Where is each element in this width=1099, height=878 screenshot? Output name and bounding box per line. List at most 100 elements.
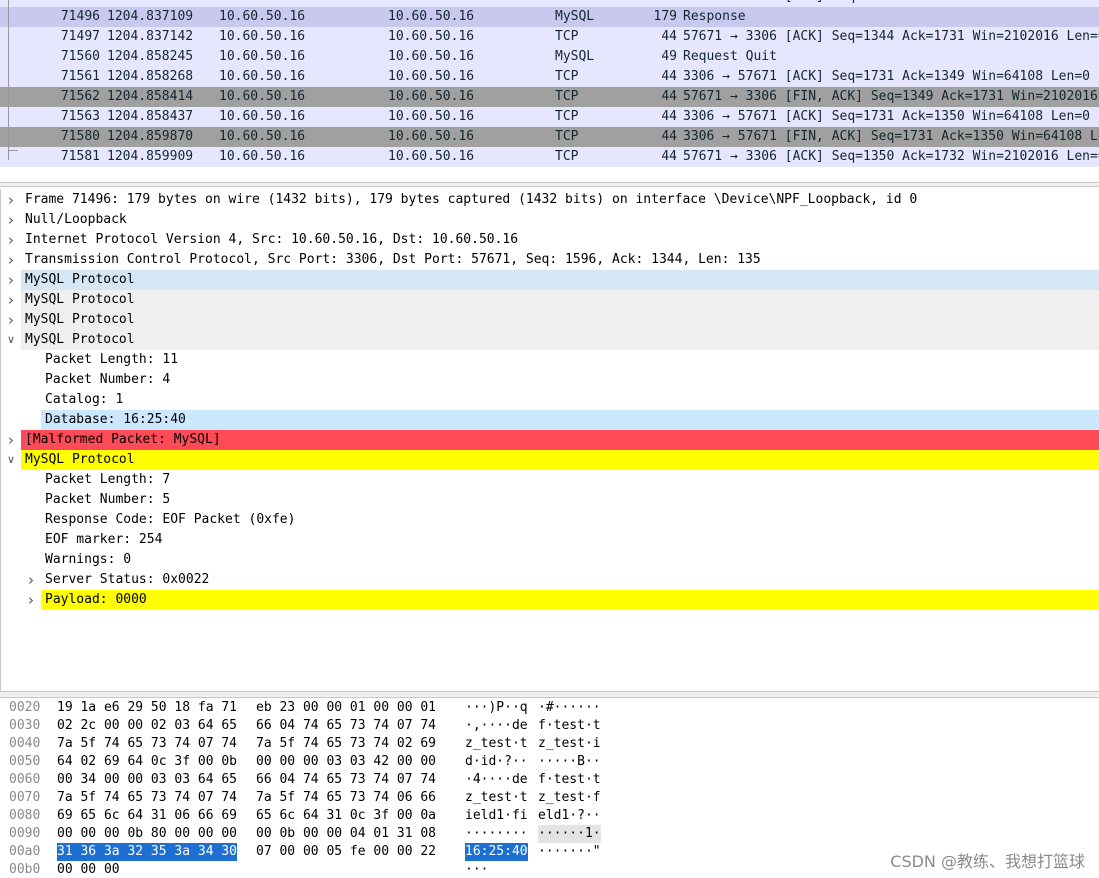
hex-bytes-left[interactable]: 7a 5f 74 65 73 74 07 74 [57, 789, 237, 807]
ascii-left[interactable]: ········ [465, 825, 528, 843]
packet-row[interactable]: 71497 1204.837142 10.60.50.16 10.60.50.16 TC… [0, 27, 1099, 47]
detail-tree-item[interactable]: Packet Length: 7 [1, 470, 1099, 490]
ascii-right[interactable]: z_test·i [538, 735, 601, 753]
ascii-left[interactable]: ·4····de [465, 771, 528, 789]
detail-tree-item[interactable]: Packet Number: 4 [1, 370, 1099, 390]
hex-bytes-right[interactable]: 07 00 00 05 fe 00 00 22 [256, 843, 436, 861]
detail-tree-item[interactable]: › MySQL Protocol [1, 270, 1099, 290]
hex-row[interactable]: 0060 00 34 00 00 03 03 64 65 66 04 74 65 7… [0, 771, 1099, 789]
hex-offset: 00a0 [9, 844, 41, 859]
hex-bytes-right[interactable]: 66 04 74 65 73 74 07 74 [256, 717, 436, 735]
packet-info: 3306 → 57671 [ACK] Seq=1731 Ack=1350 Win… [683, 109, 1090, 124]
ascii-right[interactable]: ······1· [538, 825, 601, 843]
packet-row[interactable]: 71495 1204.835949 10.60.50.16 10.60.50.16 TC… [0, 0, 1099, 7]
ascii-right[interactable]: ·····B·· [538, 753, 601, 771]
ascii-right[interactable]: z_test·f [538, 789, 601, 807]
hex-bytes-right[interactable]: 65 6c 64 31 0c 3f 00 0a [256, 807, 436, 825]
detail-tree-item[interactable]: › Internet Protocol Version 4, Src: 10.60… [1, 230, 1099, 250]
detail-text: Database: 16:25:40 [45, 412, 186, 427]
expanded-arrow-icon[interactable]: ∨ [5, 330, 17, 350]
collapsed-arrow-icon[interactable]: › [5, 290, 17, 310]
hex-bytes-right[interactable]: 00 0b 00 00 04 01 31 08 [256, 825, 436, 843]
hex-row[interactable]: 0080 69 65 6c 64 31 06 66 69 65 6c 64 31 0… [0, 807, 1099, 825]
hex-row[interactable]: 0090 00 00 00 0b 80 00 00 00 00 0b 00 00 0… [0, 825, 1099, 843]
detail-tree-item[interactable]: Catalog: 1 [1, 390, 1099, 410]
packet-details-tree[interactable]: › Frame 71496: 179 bytes on wire (1432 bi… [0, 189, 1099, 691]
hex-bytes-right[interactable]: 00 00 00 03 03 42 00 00 [256, 753, 436, 771]
detail-tree-item[interactable]: Warnings: 0 [1, 550, 1099, 570]
detail-tree-item[interactable]: › Transmission Control Protocol, Src Port… [1, 250, 1099, 270]
collapsed-arrow-icon[interactable]: › [5, 230, 17, 250]
detail-tree-item[interactable]: ∨ MySQL Protocol [1, 450, 1099, 470]
detail-tree-item[interactable]: Packet Number: 5 [1, 490, 1099, 510]
hex-bytes-right[interactable]: 66 04 74 65 73 74 07 74 [256, 771, 436, 789]
ascii-left[interactable]: ···)P··q [465, 699, 528, 717]
ascii-left[interactable]: 16:25:40 [465, 843, 528, 861]
hex-bytes-left[interactable]: 00 00 00 0b 80 00 00 00 [57, 825, 237, 843]
ascii-left[interactable]: z_test·t [465, 735, 528, 753]
packet-row[interactable]: 71561 1204.858268 10.60.50.16 10.60.50.16 TC… [0, 67, 1099, 87]
ascii-left[interactable]: d·id·?·· [465, 753, 528, 771]
detail-tree-item[interactable]: › Null/Loopback [1, 210, 1099, 230]
ascii-left[interactable]: z_test·t [465, 789, 528, 807]
ascii-right[interactable]: f·test·t [538, 771, 601, 789]
watermark: CSDN @教练、我想打篮球 [890, 852, 1085, 871]
packet-row[interactable]: 71496 1204.837109 10.60.50.16 10.60.50.16 My… [0, 7, 1099, 27]
ascii-left[interactable]: ield1·fi [465, 807, 528, 825]
expanded-arrow-icon[interactable]: ∨ [5, 450, 17, 470]
hex-bytes-left[interactable]: 00 34 00 00 03 03 64 65 [57, 771, 237, 789]
hex-row[interactable]: 0050 64 02 69 64 0c 3f 00 0b 00 00 00 03 0… [0, 753, 1099, 771]
hex-row[interactable]: 0020 19 1a e6 29 50 18 fa 71 eb 23 00 00 0… [0, 699, 1099, 717]
detail-tree-item[interactable]: › Frame 71496: 179 bytes on wire (1432 bi… [1, 190, 1099, 210]
packet-row[interactable]: 71562 1204.858414 10.60.50.16 10.60.50.16 TC… [0, 87, 1099, 107]
hex-bytes-right[interactable]: 7a 5f 74 65 73 74 02 69 [256, 735, 436, 753]
hex-bytes-left[interactable]: 7a 5f 74 65 73 74 07 74 [57, 735, 237, 753]
collapsed-arrow-icon[interactable]: › [5, 250, 17, 270]
ascii-right[interactable]: f·test·t [538, 717, 601, 735]
ascii-right[interactable]: eld1·?·· [538, 807, 601, 825]
detail-tree-item[interactable]: Response Code: EOF Packet (0xfe) [1, 510, 1099, 530]
hex-bytes-left[interactable]: 00 00 00 [57, 861, 120, 878]
detail-tree-item[interactable]: ∨ MySQL Protocol [1, 330, 1099, 350]
collapsed-arrow-icon[interactable]: › [5, 190, 17, 210]
detail-tree-item[interactable]: › Payload: 0000 [1, 590, 1099, 610]
packet-row[interactable]: 71580 1204.859870 10.60.50.16 10.60.50.16 TC… [0, 127, 1099, 147]
packet-number: 71563 [60, 109, 100, 124]
detail-tree-item[interactable]: Database: 16:25:40 [1, 410, 1099, 430]
detail-tree-item[interactable]: Packet Length: 11 [1, 350, 1099, 370]
ascii-left[interactable]: ·,····de [465, 717, 528, 735]
pane-splitter-bottom[interactable] [0, 691, 1099, 698]
detail-text: Catalog: 1 [45, 392, 124, 407]
collapsed-arrow-icon[interactable]: › [25, 570, 37, 590]
hex-bytes-left[interactable]: 31 36 3a 32 35 3a 34 30 [57, 843, 238, 861]
packet-row[interactable]: 71563 1204.858437 10.60.50.16 10.60.50.16 TC… [0, 107, 1099, 127]
detail-tree-item[interactable]: › [Malformed Packet: MySQL] [1, 430, 1099, 450]
detail-tree-item[interactable]: › MySQL Protocol [1, 310, 1099, 330]
collapsed-arrow-icon[interactable]: › [5, 210, 17, 230]
hex-bytes-left[interactable]: 64 02 69 64 0c 3f 00 0b [57, 753, 237, 771]
hex-row[interactable]: 0040 7a 5f 74 65 73 74 07 74 7a 5f 74 65 7… [0, 735, 1099, 753]
packet-destination: 10.60.50.16 [388, 149, 475, 164]
hex-bytes-left[interactable]: 19 1a e6 29 50 18 fa 71 [57, 699, 237, 717]
ascii-right[interactable]: ·······" [538, 843, 601, 861]
collapsed-arrow-icon[interactable]: › [5, 430, 17, 450]
ascii-left[interactable]: ··· [465, 861, 488, 878]
collapsed-arrow-icon[interactable]: › [25, 590, 37, 610]
packet-list[interactable]: 71495 1204.835949 10.60.50.16 10.60.50.16 TC… [0, 0, 1099, 182]
detail-tree-item[interactable]: › Server Status: 0x0022 [1, 570, 1099, 590]
detail-tree-item[interactable]: EOF marker: 254 [1, 530, 1099, 550]
packet-row[interactable]: 71560 1204.858245 10.60.50.16 10.60.50.16 My… [0, 47, 1099, 67]
hex-bytes-right[interactable]: 7a 5f 74 65 73 74 06 66 [256, 789, 436, 807]
hex-row[interactable]: 0030 02 2c 00 00 02 03 64 65 66 04 74 65 7… [0, 717, 1099, 735]
hex-bytes-left[interactable]: 69 65 6c 64 31 06 66 69 [57, 807, 237, 825]
collapsed-arrow-icon[interactable]: › [5, 270, 17, 290]
hex-bytes-right[interactable]: eb 23 00 00 01 00 00 01 [256, 699, 436, 717]
packet-row[interactable]: 71581 1204.859909 10.60.50.16 10.60.50.16 TC… [0, 147, 1099, 167]
ascii-right[interactable]: ·#······ [538, 699, 601, 717]
pane-splitter-top[interactable] [0, 182, 1099, 187]
hex-row[interactable]: 0070 7a 5f 74 65 73 74 07 74 7a 5f 74 65 7… [0, 789, 1099, 807]
detail-tree-item[interactable]: › MySQL Protocol [1, 290, 1099, 310]
collapsed-arrow-icon[interactable]: › [5, 310, 17, 330]
packet-destination: 10.60.50.16 [388, 129, 475, 144]
hex-bytes-left[interactable]: 02 2c 00 00 02 03 64 65 [57, 717, 237, 735]
